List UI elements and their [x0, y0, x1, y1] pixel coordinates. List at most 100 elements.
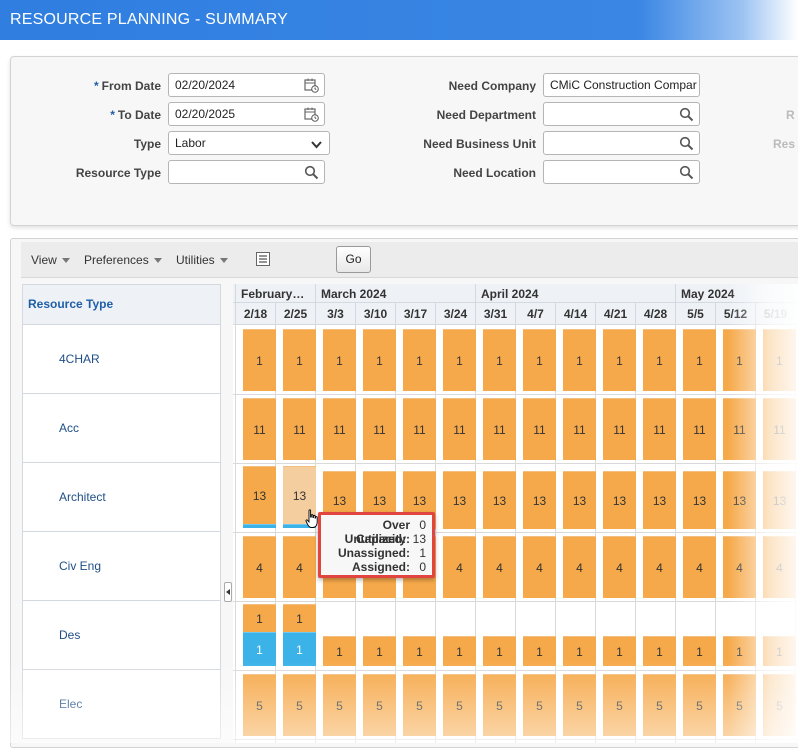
search-icon[interactable]	[304, 165, 319, 180]
capacity-bar[interactable]: 4	[243, 536, 276, 598]
grid-line	[233, 394, 798, 395]
capacity-bar[interactable]: 1	[403, 329, 436, 391]
month-header: March 2024	[315, 284, 473, 303]
resource-type-row[interactable]: Civ Eng	[22, 532, 221, 601]
capacity-bar[interactable]: 4	[643, 536, 676, 598]
toolbar: View Preferences Utilities	[21, 242, 798, 278]
utilities-menu[interactable]: Utilities	[176, 253, 228, 267]
resource-type-column-header[interactable]: Resource Type	[22, 284, 221, 325]
search-icon[interactable]	[679, 107, 694, 122]
capacity-bar[interactable]: 1	[323, 329, 356, 391]
week-header-row: 2/18 2/25 3/3 3/10 3/17 3/24 3/31 4/7 4/14 4/21 4/…	[233, 303, 798, 325]
capacity-bar[interactable]: 11	[563, 398, 596, 460]
chevron-down-icon	[311, 141, 322, 149]
splitter-handle[interactable]	[224, 582, 232, 602]
capacity-bar[interactable]: 1	[483, 329, 516, 391]
month-header-row: February… March 2024 April 2024 May 2024	[233, 284, 798, 303]
preferences-menu[interactable]: Preferences	[84, 253, 162, 267]
capacity-bar[interactable]: 4	[683, 536, 716, 598]
week-header[interactable]: 3/24	[435, 303, 475, 325]
view-menu[interactable]: View	[31, 253, 70, 267]
capacity-bar[interactable]: 11	[643, 398, 676, 460]
capacity-bar[interactable]: 11	[483, 398, 516, 460]
type-select[interactable]: Labor	[168, 131, 330, 155]
capacity-bar[interactable]: 1	[643, 329, 676, 391]
capacity-bar[interactable]: 1	[683, 329, 716, 391]
capacity-bar[interactable]: 1	[563, 329, 596, 391]
chevron-down-icon	[153, 258, 162, 264]
hand-cursor-icon	[305, 509, 318, 528]
week-header[interactable]: 4/21	[595, 303, 635, 325]
capacity-bar[interactable]: 11	[243, 398, 276, 460]
capacity-bar[interactable]: 13	[443, 471, 476, 529]
capacity-bar[interactable]: 13	[683, 471, 716, 529]
capacity-bar[interactable]: 13	[643, 471, 676, 529]
chevron-down-icon	[219, 258, 228, 264]
week-header[interactable]: 3/3	[315, 303, 355, 325]
week-header[interactable]: 4/14	[555, 303, 595, 325]
capacity-bar[interactable]: 1	[243, 604, 276, 632]
month-header: February…	[235, 284, 313, 303]
calendar-icon[interactable]	[304, 78, 319, 93]
capacity-bar[interactable]: 4	[563, 536, 596, 598]
tooltip-value: 0	[419, 560, 426, 574]
resource-type-label: Resource Type	[75, 166, 161, 180]
capacity-bar[interactable]: 13	[523, 471, 556, 529]
capacity-bar[interactable]: 1	[283, 604, 316, 632]
capacity-bar[interactable]: 11	[403, 398, 436, 460]
capacity-bar[interactable]: 1	[363, 329, 396, 391]
resource-type-name: 4CHAR	[59, 352, 100, 366]
resource-type-row[interactable]: Acc	[22, 394, 221, 463]
capacity-bar[interactable]	[243, 524, 276, 528]
capacity-bar[interactable]: 11	[603, 398, 636, 460]
capacity-bar[interactable]: 13	[243, 466, 276, 524]
tooltip-label: Over Capacity:	[355, 518, 410, 546]
tooltip-value: 1	[419, 546, 426, 560]
capacity-bar[interactable]: 11	[283, 398, 316, 460]
need-company-field[interactable]: CMiC Construction Compar	[543, 73, 700, 97]
need-business-unit-label: Need Business Unit	[423, 137, 536, 151]
capacity-bar[interactable]: 1	[243, 329, 276, 391]
calendar-icon[interactable]	[304, 107, 319, 122]
capacity-bar[interactable]: 11	[443, 398, 476, 460]
capacity-bar[interactable]: 1	[603, 329, 636, 391]
resource-type-row[interactable]: Architect	[22, 463, 221, 532]
search-icon[interactable]	[679, 136, 694, 151]
capacity-bar[interactable]: 4	[443, 536, 476, 598]
capacity-bar[interactable]: 4	[483, 536, 516, 598]
capacity-bar[interactable]: 11	[323, 398, 356, 460]
tooltip-value: 0	[419, 518, 426, 532]
week-header[interactable]: 3/10	[355, 303, 395, 325]
search-icon[interactable]	[679, 165, 694, 180]
capacity-bar[interactable]: 1	[443, 329, 476, 391]
capacity-bar[interactable]: 13	[563, 471, 596, 529]
capacity-bar[interactable]: 11	[363, 398, 396, 460]
capacity-bar[interactable]: 13	[603, 471, 636, 529]
need-business-unit-field[interactable]	[543, 131, 700, 155]
week-header[interactable]: 2/18	[235, 303, 275, 325]
capacity-bar[interactable]: 1	[523, 329, 556, 391]
week-header[interactable]: 4/7	[515, 303, 555, 325]
capacity-bar[interactable]: 11	[683, 398, 716, 460]
capacity-tooltip: Over Capacity: 0 Unutilized: 13 Unassigned…	[318, 512, 435, 578]
week-header[interactable]: 3/31	[475, 303, 515, 325]
capacity-bar[interactable]: 1	[283, 329, 316, 391]
week-header[interactable]: 2/25	[275, 303, 315, 325]
resource-type-field[interactable]	[168, 160, 325, 184]
capacity-bar[interactable]: 11	[523, 398, 556, 460]
week-header[interactable]: 3/17	[395, 303, 435, 325]
week-header[interactable]: 5/5	[675, 303, 715, 325]
need-location-field[interactable]	[543, 160, 700, 184]
need-department-field[interactable]	[543, 102, 700, 126]
go-button[interactable]: Go	[336, 246, 371, 273]
capacity-bar[interactable]: 13	[483, 471, 516, 529]
list-icon[interactable]	[256, 252, 270, 266]
capacity-bar[interactable]: 4	[283, 536, 316, 598]
resource-type-row[interactable]: 4CHAR	[22, 325, 221, 394]
week-header[interactable]: 4/28	[635, 303, 675, 325]
from-date-field[interactable]: 02/20/2024	[168, 73, 325, 97]
capacity-bar[interactable]: 4	[603, 536, 636, 598]
to-date-field[interactable]: 02/20/2025	[168, 102, 325, 126]
capacity-bar[interactable]: 4	[523, 536, 556, 598]
chevron-down-icon	[61, 258, 70, 264]
